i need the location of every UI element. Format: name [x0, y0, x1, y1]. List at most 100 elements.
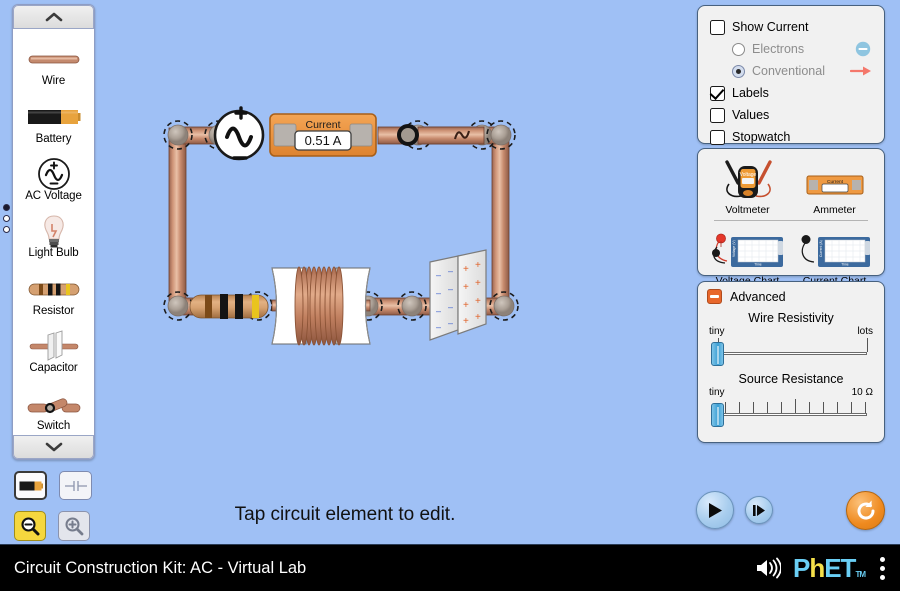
- voltmeter-tool[interactable]: Voltage Voltmeter: [704, 155, 791, 216]
- ac-voltage-icon: [37, 158, 71, 190]
- carousel-item-wire[interactable]: Wire: [13, 36, 94, 87]
- circuit-inductor[interactable]: [271, 266, 371, 346]
- svg-text:+: +: [475, 312, 481, 323]
- wire-resistivity-slider[interactable]: [707, 335, 875, 366]
- ammeter-tool[interactable]: Current Ammeter: [791, 155, 878, 216]
- chevron-up-icon: [45, 12, 62, 22]
- phet-logo-h: h: [809, 552, 825, 583]
- view-mode-schematic-button[interactable]: [59, 471, 92, 500]
- view-mode-lifelike-button[interactable]: [14, 471, 47, 500]
- kebab-menu-icon[interactable]: [877, 554, 888, 583]
- carousel-down-arrow[interactable]: [13, 435, 94, 459]
- source-resistance-thumb[interactable]: [711, 403, 724, 427]
- carousel-item-light-bulb[interactable]: Light Bulb: [13, 208, 94, 259]
- svg-text:–: –: [448, 302, 453, 312]
- svg-text:–: –: [436, 288, 441, 298]
- stopwatch-row[interactable]: Stopwatch: [710, 126, 872, 148]
- advanced-collapse-button[interactable]: [707, 289, 722, 304]
- current-chart-tool[interactable]: Current (A) Time Current Chart: [791, 226, 878, 287]
- display-options-panel: Show Current Electrons Conventional Labe…: [697, 5, 885, 145]
- play-icon: [709, 502, 722, 518]
- carousel-page-dot-1[interactable]: [3, 204, 10, 211]
- wire-resistivity-track: [715, 352, 867, 355]
- wire-resistivity-tick-max: [867, 338, 868, 352]
- phet-logo-tm: TM: [855, 569, 866, 579]
- voltmeter-icon: Voltage: [711, 155, 785, 202]
- carousel-label-battery: Battery: [35, 132, 72, 145]
- svg-text:+: +: [463, 264, 469, 275]
- source-resistance-tick-8: [837, 402, 838, 413]
- carousel-label-capacitor: Capacitor: [29, 362, 78, 375]
- svg-text:–: –: [436, 270, 441, 280]
- circuit-canvas[interactable]: Current 0.51 A – – – – – – – – + + + + +…: [0, 0, 700, 470]
- svg-text:+: +: [463, 282, 469, 293]
- values-row[interactable]: Values: [710, 104, 872, 126]
- electrons-label: Electrons: [752, 42, 805, 56]
- svg-text:+: +: [463, 316, 469, 327]
- values-label: Values: [732, 108, 770, 122]
- phet-logo[interactable]: P h ET TM: [793, 552, 866, 584]
- carousel-page-dot-2[interactable]: [3, 215, 10, 222]
- current-chart-xaxis: Time: [841, 263, 849, 267]
- stopwatch-checkbox[interactable]: [710, 129, 725, 145]
- view-mode-radio-group[interactable]: [14, 471, 92, 500]
- carousel-page-dot-3[interactable]: [3, 226, 10, 233]
- labels-checkbox[interactable]: [710, 85, 725, 101]
- voltage-chart-xaxis: Time: [754, 263, 762, 267]
- carousel-item-capacitor[interactable]: Capacitor: [13, 323, 94, 374]
- circuit-capacitor[interactable]: – – – – – – – – + + + + + + + +: [429, 249, 487, 341]
- current-chart-yaxis: Current (A): [819, 240, 823, 257]
- play-button[interactable]: [696, 491, 734, 529]
- reset-all-button[interactable]: [846, 491, 885, 530]
- source-resistance-tick-2: [753, 402, 754, 413]
- voltage-chart-tool[interactable]: Voltage (V) Time Voltage Chart: [704, 226, 791, 287]
- battery-lifelike-icon: [19, 481, 43, 490]
- stopwatch-label: Stopwatch: [732, 130, 791, 144]
- show-current-row[interactable]: Show Current: [710, 16, 872, 38]
- carousel-item-battery[interactable]: Battery: [13, 94, 94, 145]
- step-forward-button[interactable]: [745, 496, 773, 524]
- ammeter-label: Ammeter: [813, 204, 856, 216]
- carousel-up-arrow[interactable]: [13, 5, 94, 29]
- voltmeter-label: Voltmeter: [725, 204, 770, 216]
- svg-text:+: +: [463, 300, 469, 311]
- source-resistance-tick-0: [725, 402, 726, 413]
- circuit-switch[interactable]: [397, 124, 485, 146]
- electrons-row[interactable]: Electrons: [710, 38, 872, 60]
- sensor-toolbox-panel: Voltage Voltmeter Current Ammeter Voltag…: [697, 148, 885, 287]
- circuit-ac-voltage-source[interactable]: [213, 106, 265, 161]
- current-chart-icon: Current (A) Time: [794, 226, 876, 273]
- conventional-radio[interactable]: [732, 64, 745, 78]
- toolbox-divider: [714, 220, 868, 221]
- carousel-label-switch: Switch: [36, 419, 71, 432]
- carousel-item-resistor[interactable]: Resistor: [13, 266, 94, 317]
- svg-text:–: –: [448, 266, 453, 276]
- sound-on-icon[interactable]: [755, 557, 781, 579]
- circuit-resistor[interactable]: [189, 294, 269, 319]
- advanced-title: Advanced: [730, 289, 786, 304]
- time-control-group[interactable]: [696, 491, 773, 529]
- ammeter-reading: 0.51 A: [305, 133, 342, 148]
- carousel-item-ac-voltage[interactable]: AC Voltage: [13, 151, 94, 202]
- ammeter-icon: Current: [804, 155, 866, 202]
- electrons-radio[interactable]: [732, 42, 745, 56]
- circuit-series-ammeter[interactable]: Current 0.51 A: [269, 113, 377, 157]
- advanced-panel: Advanced Wire Resistivity tiny lots Sour…: [697, 281, 885, 443]
- show-current-checkbox[interactable]: [710, 19, 725, 35]
- wire-resistivity-thumb[interactable]: [711, 342, 724, 366]
- labels-row[interactable]: Labels: [710, 82, 872, 104]
- svg-text:–: –: [436, 306, 441, 316]
- source-resistance-slider[interactable]: [707, 396, 875, 427]
- resistor-icon: [28, 274, 80, 304]
- wire-resistivity-title: Wire Resistivity: [748, 311, 834, 325]
- carousel-item-switch[interactable]: Switch: [13, 381, 94, 432]
- conventional-arrow-icon: [850, 66, 871, 76]
- values-checkbox[interactable]: [710, 107, 725, 123]
- wire-icon: [28, 44, 80, 74]
- conventional-row[interactable]: Conventional: [710, 60, 872, 82]
- voltage-chart-yaxis: Voltage (V): [732, 240, 736, 257]
- advanced-header[interactable]: Advanced: [707, 289, 875, 304]
- carousel-page-indicators[interactable]: [2, 200, 12, 237]
- circuit-element-carousel[interactable]: Wire Battery AC Voltage Light Bulb Resis…: [12, 4, 95, 460]
- carousel-label-resistor: Resistor: [32, 304, 75, 317]
